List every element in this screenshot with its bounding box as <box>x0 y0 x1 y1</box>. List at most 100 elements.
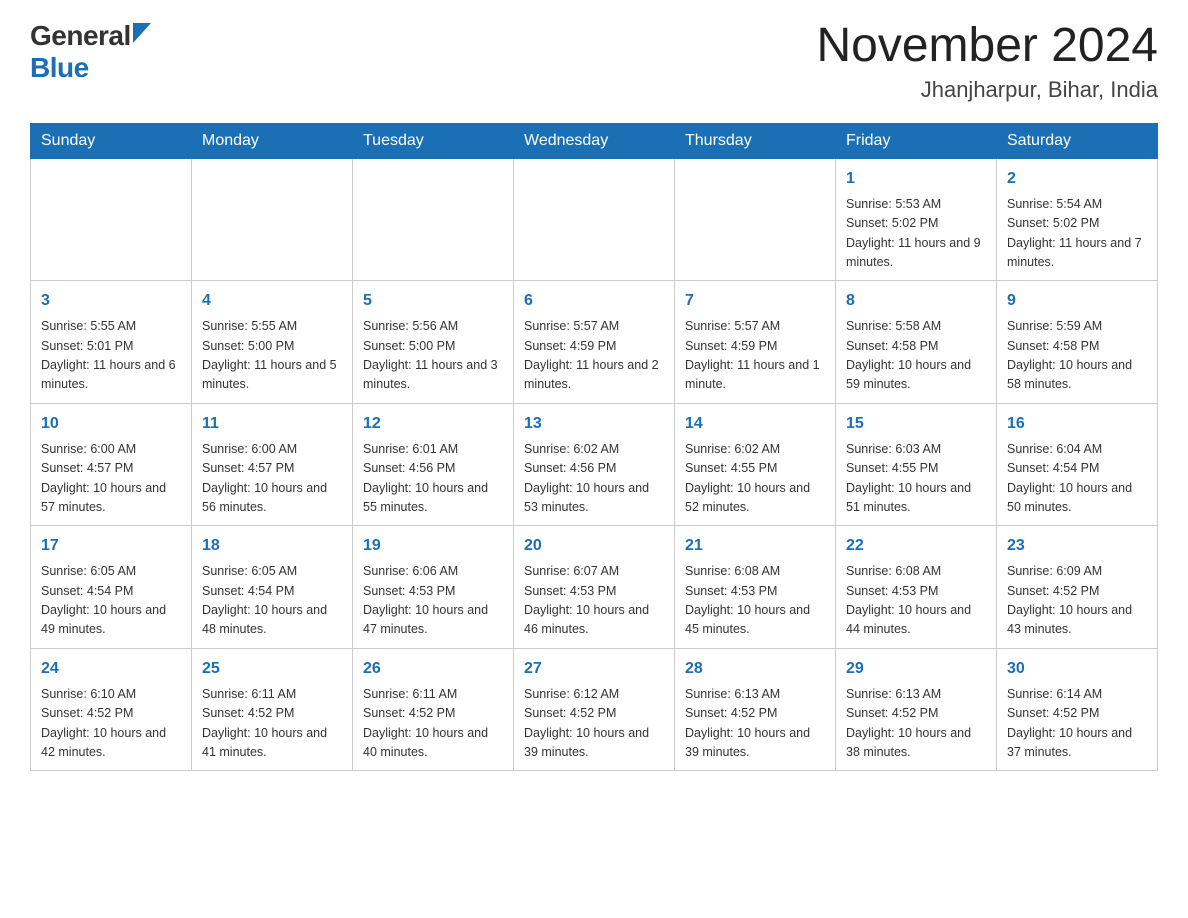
calendar-day-cell <box>31 158 192 281</box>
calendar-day-cell: 23 Sunrise: 6:09 AM Sunset: 4:52 PM Dayli… <box>997 526 1158 649</box>
calendar-day-cell <box>514 158 675 281</box>
day-info: Sunrise: 6:07 AM Sunset: 4:53 PM Dayligh… <box>524 562 664 640</box>
day-info: Sunrise: 6:02 AM Sunset: 4:56 PM Dayligh… <box>524 440 664 518</box>
day-number: 25 <box>202 657 342 681</box>
day-info: Sunrise: 5:56 AM Sunset: 5:00 PM Dayligh… <box>363 317 503 395</box>
day-number: 8 <box>846 289 986 313</box>
day-info: Sunrise: 5:55 AM Sunset: 5:01 PM Dayligh… <box>41 317 181 395</box>
calendar-day-cell: 26 Sunrise: 6:11 AM Sunset: 4:52 PM Dayli… <box>353 648 514 771</box>
day-of-week-header: Saturday <box>997 123 1158 158</box>
calendar-day-cell: 1Sunrise: 5:53 AM Sunset: 5:02 PM Daylig… <box>836 158 997 281</box>
day-of-week-header: Friday <box>836 123 997 158</box>
logo-blue: Blue <box>30 52 89 84</box>
day-info: Sunrise: 6:13 AM Sunset: 4:52 PM Dayligh… <box>846 685 986 763</box>
day-number: 22 <box>846 534 986 558</box>
day-number: 4 <box>202 289 342 313</box>
title-block: November 2024 Jhanjharpur, Bihar, India <box>816 20 1158 103</box>
day-of-week-header: Wednesday <box>514 123 675 158</box>
day-number: 5 <box>363 289 503 313</box>
day-info: Sunrise: 5:57 AM Sunset: 4:59 PM Dayligh… <box>685 317 825 395</box>
day-of-week-header: Monday <box>192 123 353 158</box>
day-number: 28 <box>685 657 825 681</box>
day-info: Sunrise: 6:04 AM Sunset: 4:54 PM Dayligh… <box>1007 440 1147 518</box>
day-number: 18 <box>202 534 342 558</box>
day-number: 29 <box>846 657 986 681</box>
calendar-day-cell: 5 Sunrise: 5:56 AM Sunset: 5:00 PM Daylig… <box>353 281 514 404</box>
day-info: Sunrise: 5:55 AM Sunset: 5:00 PM Dayligh… <box>202 317 342 395</box>
day-number: 11 <box>202 412 342 436</box>
calendar-day-cell: 17 Sunrise: 6:05 AM Sunset: 4:54 PM Dayli… <box>31 526 192 649</box>
calendar-day-cell: 21Sunrise: 6:08 AM Sunset: 4:53 PM Dayli… <box>675 526 836 649</box>
day-info: Sunrise: 6:03 AM Sunset: 4:55 PM Dayligh… <box>846 440 986 518</box>
calendar-day-cell: 11 Sunrise: 6:00 AM Sunset: 4:57 PM Dayli… <box>192 403 353 526</box>
calendar-day-cell <box>675 158 836 281</box>
page-header: General Blue November 2024 Jhanjharpur, … <box>30 20 1158 103</box>
day-info: Sunrise: 5:57 AM Sunset: 4:59 PM Dayligh… <box>524 317 664 395</box>
day-info: Sunrise: 6:00 AM Sunset: 4:57 PM Dayligh… <box>202 440 342 518</box>
day-info: Sunrise: 6:01 AM Sunset: 4:56 PM Dayligh… <box>363 440 503 518</box>
calendar-day-cell: 15 Sunrise: 6:03 AM Sunset: 4:55 PM Dayli… <box>836 403 997 526</box>
day-number: 2 <box>1007 167 1147 191</box>
calendar-table: SundayMondayTuesdayWednesdayThursdayFrid… <box>30 123 1158 772</box>
calendar-week-row: 24 Sunrise: 6:10 AM Sunset: 4:52 PM Dayli… <box>31 648 1158 771</box>
calendar-week-row: 17 Sunrise: 6:05 AM Sunset: 4:54 PM Dayli… <box>31 526 1158 649</box>
day-number: 17 <box>41 534 181 558</box>
day-number: 1 <box>846 167 986 191</box>
calendar-day-cell: 3 Sunrise: 5:55 AM Sunset: 5:01 PM Daylig… <box>31 281 192 404</box>
day-info: Sunrise: 6:09 AM Sunset: 4:52 PM Dayligh… <box>1007 562 1147 640</box>
day-number: 26 <box>363 657 503 681</box>
calendar-week-row: 10 Sunrise: 6:00 AM Sunset: 4:57 PM Dayli… <box>31 403 1158 526</box>
day-info: Sunrise: 6:06 AM Sunset: 4:53 PM Dayligh… <box>363 562 503 640</box>
logo-triangle-icon <box>133 23 151 48</box>
day-number: 9 <box>1007 289 1147 313</box>
calendar-day-cell <box>353 158 514 281</box>
day-number: 7 <box>685 289 825 313</box>
day-info: Sunrise: 5:58 AM Sunset: 4:58 PM Dayligh… <box>846 317 986 395</box>
calendar-week-row: 1Sunrise: 5:53 AM Sunset: 5:02 PM Daylig… <box>31 158 1158 281</box>
day-info: Sunrise: 6:14 AM Sunset: 4:52 PM Dayligh… <box>1007 685 1147 763</box>
calendar-day-cell: 4 Sunrise: 5:55 AM Sunset: 5:00 PM Daylig… <box>192 281 353 404</box>
day-info: Sunrise: 6:08 AM Sunset: 4:53 PM Dayligh… <box>846 562 986 640</box>
calendar-day-cell: 18 Sunrise: 6:05 AM Sunset: 4:54 PM Dayli… <box>192 526 353 649</box>
day-info: Sunrise: 6:05 AM Sunset: 4:54 PM Dayligh… <box>41 562 181 640</box>
day-of-week-header: Tuesday <box>353 123 514 158</box>
calendar-day-cell: 28 Sunrise: 6:13 AM Sunset: 4:52 PM Dayli… <box>675 648 836 771</box>
day-number: 21 <box>685 534 825 558</box>
day-number: 15 <box>846 412 986 436</box>
calendar-day-cell: 24 Sunrise: 6:10 AM Sunset: 4:52 PM Dayli… <box>31 648 192 771</box>
day-info: Sunrise: 6:10 AM Sunset: 4:52 PM Dayligh… <box>41 685 181 763</box>
day-info: Sunrise: 6:11 AM Sunset: 4:52 PM Dayligh… <box>202 685 342 763</box>
day-number: 19 <box>363 534 503 558</box>
calendar-day-cell: 12Sunrise: 6:01 AM Sunset: 4:56 PM Dayli… <box>353 403 514 526</box>
calendar-day-cell: 6 Sunrise: 5:57 AM Sunset: 4:59 PM Daylig… <box>514 281 675 404</box>
day-info: Sunrise: 6:05 AM Sunset: 4:54 PM Dayligh… <box>202 562 342 640</box>
day-of-week-header: Thursday <box>675 123 836 158</box>
day-number: 24 <box>41 657 181 681</box>
day-number: 23 <box>1007 534 1147 558</box>
day-number: 16 <box>1007 412 1147 436</box>
day-number: 3 <box>41 289 181 313</box>
day-number: 27 <box>524 657 664 681</box>
day-number: 6 <box>524 289 664 313</box>
day-number: 13 <box>524 412 664 436</box>
logo-general: General <box>30 20 131 52</box>
calendar-day-cell: 10 Sunrise: 6:00 AM Sunset: 4:57 PM Dayli… <box>31 403 192 526</box>
calendar-day-cell: 20Sunrise: 6:07 AM Sunset: 4:53 PM Dayli… <box>514 526 675 649</box>
calendar-header: SundayMondayTuesdayWednesdayThursdayFrid… <box>31 123 1158 158</box>
calendar-day-cell: 16 Sunrise: 6:04 AM Sunset: 4:54 PM Dayli… <box>997 403 1158 526</box>
calendar-day-cell: 2 Sunrise: 5:54 AM Sunset: 5:02 PM Daylig… <box>997 158 1158 281</box>
days-of-week-row: SundayMondayTuesdayWednesdayThursdayFrid… <box>31 123 1158 158</box>
day-info: Sunrise: 6:11 AM Sunset: 4:52 PM Dayligh… <box>363 685 503 763</box>
calendar-week-row: 3 Sunrise: 5:55 AM Sunset: 5:01 PM Daylig… <box>31 281 1158 404</box>
day-info: Sunrise: 6:00 AM Sunset: 4:57 PM Dayligh… <box>41 440 181 518</box>
day-number: 30 <box>1007 657 1147 681</box>
day-info: Sunrise: 5:54 AM Sunset: 5:02 PM Dayligh… <box>1007 195 1147 273</box>
day-info: Sunrise: 6:13 AM Sunset: 4:52 PM Dayligh… <box>685 685 825 763</box>
day-number: 10 <box>41 412 181 436</box>
day-info: Sunrise: 5:59 AM Sunset: 4:58 PM Dayligh… <box>1007 317 1147 395</box>
calendar-day-cell: 9 Sunrise: 5:59 AM Sunset: 4:58 PM Daylig… <box>997 281 1158 404</box>
calendar-day-cell <box>192 158 353 281</box>
location-title: Jhanjharpur, Bihar, India <box>816 77 1158 103</box>
calendar-day-cell: 14Sunrise: 6:02 AM Sunset: 4:55 PM Dayli… <box>675 403 836 526</box>
logo: General Blue <box>30 20 151 84</box>
